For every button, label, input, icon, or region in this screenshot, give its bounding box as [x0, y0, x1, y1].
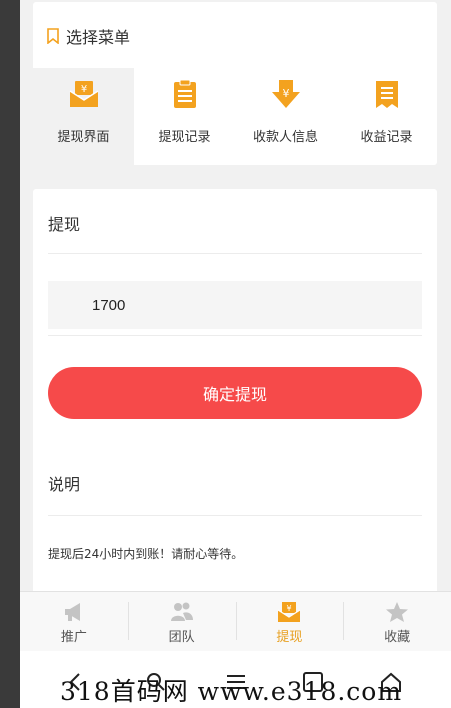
tab-team[interactable]: 团队	[127, 592, 236, 651]
bottom-tab-bar: 推广 团队 ¥ 提现 收藏	[20, 591, 451, 651]
tab-label: 提现	[276, 630, 303, 645]
menu-item-withdraw-page[interactable]: ¥ 提现界面	[33, 68, 134, 165]
divider	[48, 335, 422, 336]
menu-item-label: 收款人信息	[252, 130, 318, 145]
tab-favorites[interactable]: 收藏	[343, 592, 451, 651]
download-yuan-icon: ¥	[271, 80, 300, 108]
withdraw-envelope-icon: ¥	[69, 81, 98, 107]
tab-withdraw[interactable]: ¥ 提现	[235, 592, 344, 651]
menu-header: 选择菜单	[47, 24, 130, 48]
divider	[48, 253, 422, 254]
team-icon	[170, 602, 193, 621]
watermark-text: 318首码网 www.e318.com	[60, 677, 403, 706]
menu-item-withdraw-records[interactable]: 提现记录	[134, 68, 235, 165]
menu-item-label: 提现界面	[57, 130, 110, 145]
withdraw-title: 提现	[48, 215, 81, 234]
tab-promote[interactable]: 推广	[20, 592, 128, 651]
divider	[48, 515, 422, 516]
menu-item-label: 提现记录	[158, 130, 211, 145]
withdraw-icon: ¥	[278, 602, 301, 622]
document-list-icon	[375, 81, 398, 108]
svg-text:¥: ¥	[287, 604, 292, 613]
amount-input[interactable]	[48, 281, 422, 329]
withdraw-card: 提现 确定提现 说明 提现后24小时内到账！请耐心等待。	[33, 189, 437, 609]
menu-title: 选择菜单	[66, 28, 131, 47]
tab-label: 推广	[60, 630, 87, 645]
menu-item-earnings-records[interactable]: 收益记录	[336, 68, 437, 165]
bookmark-icon	[47, 28, 59, 44]
note-title: 说明	[48, 475, 81, 494]
menu-items: ¥ 提现界面 提现记录 ¥ 收款人信息 收益记录	[33, 68, 437, 165]
clipboard-icon	[173, 79, 196, 108]
menu-item-label: 收益记录	[360, 130, 413, 145]
menu-card: 选择菜单 ¥ 提现界面 提现记录 ¥ 收款人信息 收益记录	[33, 2, 437, 165]
menu-item-payee-info[interactable]: ¥ 收款人信息	[235, 68, 336, 165]
star-icon	[386, 602, 409, 622]
confirm-withdraw-button[interactable]: 确定提现	[48, 367, 422, 419]
svg-text:¥: ¥	[80, 84, 86, 95]
tab-label: 团队	[168, 630, 195, 645]
svg-text:¥: ¥	[282, 87, 289, 100]
note-text: 提现后24小时内到账！请耐心等待。	[48, 547, 244, 561]
megaphone-icon	[64, 603, 80, 621]
tab-label: 收藏	[384, 630, 411, 645]
